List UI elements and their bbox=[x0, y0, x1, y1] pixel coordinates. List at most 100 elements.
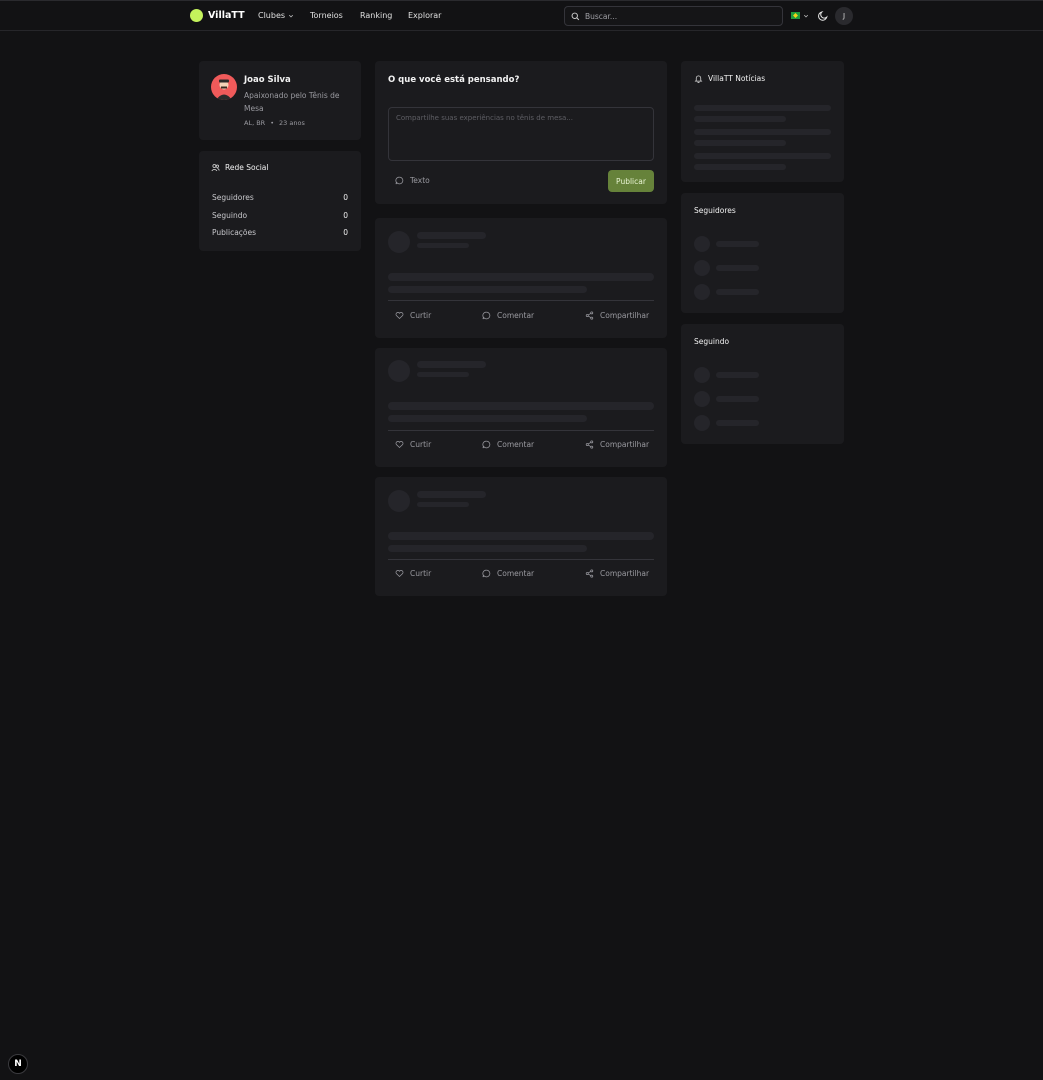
language-selector[interactable] bbox=[791, 12, 809, 19]
skeleton-line bbox=[716, 241, 759, 247]
skeleton-avatar bbox=[694, 260, 710, 276]
skeleton-line bbox=[417, 232, 486, 239]
social-title: Rede Social bbox=[225, 163, 269, 172]
user-avatar[interactable]: J bbox=[835, 7, 853, 25]
share-button[interactable]: Compartilhar bbox=[585, 569, 649, 578]
nav-ranking[interactable]: Ranking bbox=[360, 11, 392, 20]
message-circle-icon bbox=[482, 440, 491, 449]
skeleton-line bbox=[388, 415, 587, 422]
stat-row-seguidores[interactable]: Seguidores 0 bbox=[212, 193, 348, 202]
share-button[interactable]: Compartilhar bbox=[585, 311, 649, 320]
message-circle-icon bbox=[482, 569, 491, 578]
social-header: Rede Social bbox=[211, 163, 268, 172]
heart-icon bbox=[395, 570, 404, 578]
brazil-flag-icon bbox=[791, 12, 800, 19]
skeleton-line bbox=[716, 420, 759, 426]
like-button[interactable]: Curtir bbox=[395, 569, 431, 578]
skeleton-avatar bbox=[694, 391, 710, 407]
skeleton-line bbox=[716, 372, 759, 378]
skeleton-line bbox=[388, 402, 654, 410]
skeleton-line bbox=[694, 116, 786, 122]
profile-avatar[interactable] bbox=[211, 74, 237, 100]
profile-meta: AL, BR • 23 anos bbox=[244, 119, 305, 127]
skeleton-line bbox=[417, 491, 486, 498]
skeleton-line bbox=[716, 289, 759, 295]
chevron-down-icon bbox=[803, 14, 809, 17]
skeleton-line bbox=[417, 372, 469, 377]
profile-location: AL, BR bbox=[244, 119, 266, 127]
logo-mark-icon bbox=[190, 9, 203, 22]
post-type-text[interactable]: Texto bbox=[395, 176, 430, 185]
theme-toggle[interactable] bbox=[817, 9, 830, 22]
skeleton-avatar bbox=[694, 236, 710, 252]
social-network-card: Rede Social Seguidores 0 Seguindo 0 Publ… bbox=[199, 151, 361, 251]
skeleton-line bbox=[388, 545, 587, 552]
profile-card: Joao Silva Apaixonado pelo Tênis de Mesa… bbox=[199, 61, 361, 140]
share-icon bbox=[585, 440, 594, 449]
comment-button[interactable]: Comentar bbox=[482, 311, 534, 320]
profile-name: Joao Silva bbox=[244, 75, 291, 85]
followers-card: Seguidores bbox=[681, 193, 844, 313]
dev-tools-button[interactable]: N bbox=[8, 1054, 28, 1074]
news-header: VillaTT Notícias bbox=[694, 74, 765, 83]
share-button[interactable]: Compartilhar bbox=[585, 440, 649, 449]
post-divider bbox=[388, 430, 654, 431]
share-icon bbox=[585, 311, 594, 320]
post-textarea[interactable] bbox=[388, 107, 654, 161]
like-button[interactable]: Curtir bbox=[395, 440, 431, 449]
nav-clubes[interactable]: Clubes bbox=[258, 11, 294, 20]
composer-title: O que você está pensando? bbox=[388, 75, 520, 85]
comment-button[interactable]: Comentar bbox=[482, 440, 534, 449]
chevron-down-icon bbox=[288, 14, 294, 17]
share-icon bbox=[585, 569, 594, 578]
followers-title: Seguidores bbox=[694, 206, 736, 215]
message-circle-icon bbox=[395, 176, 404, 185]
profile-meta-separator: • bbox=[270, 119, 275, 127]
skeleton-avatar bbox=[388, 231, 410, 253]
skeleton-line bbox=[694, 140, 786, 146]
skeleton-line bbox=[417, 243, 469, 248]
comment-button[interactable]: Comentar bbox=[482, 569, 534, 578]
moon-icon bbox=[818, 11, 828, 21]
like-button[interactable]: Curtir bbox=[395, 311, 431, 320]
skeleton-avatar bbox=[694, 284, 710, 300]
skeleton-line bbox=[388, 286, 587, 293]
logo[interactable]: VillaTT bbox=[190, 9, 245, 22]
skeleton-line bbox=[417, 502, 469, 507]
skeleton-line bbox=[716, 396, 759, 402]
post-card-skeleton: Curtir Comentar Compartilhar bbox=[375, 348, 667, 467]
news-title: VillaTT Notícias bbox=[708, 74, 766, 83]
users-icon bbox=[211, 164, 220, 172]
heart-icon bbox=[395, 312, 404, 320]
skeleton-line bbox=[388, 532, 654, 540]
skeleton-line bbox=[716, 265, 759, 271]
news-card: VillaTT Notícias bbox=[681, 61, 844, 182]
publish-button[interactable]: Publicar bbox=[608, 170, 654, 192]
person-avatar-icon bbox=[216, 79, 232, 100]
nav-explorar[interactable]: Explorar bbox=[408, 11, 441, 20]
top-navbar: VillaTT Clubes Torneios Ranking Explorar… bbox=[0, 0, 1043, 31]
message-circle-icon bbox=[482, 311, 491, 320]
following-card: Seguindo bbox=[681, 324, 844, 444]
skeleton-avatar bbox=[388, 360, 410, 382]
post-card-skeleton: Curtir Comentar Compartilhar bbox=[375, 218, 667, 338]
logo-text: VillaTT bbox=[208, 10, 245, 21]
post-divider bbox=[388, 559, 654, 560]
skeleton-line bbox=[694, 105, 831, 111]
heart-icon bbox=[395, 441, 404, 449]
post-divider bbox=[388, 300, 654, 301]
profile-age: 23 anos bbox=[279, 119, 305, 127]
stat-row-seguindo[interactable]: Seguindo 0 bbox=[212, 211, 348, 220]
search-input[interactable] bbox=[585, 11, 765, 21]
bell-icon bbox=[694, 75, 703, 83]
search-box bbox=[564, 6, 783, 26]
skeleton-line bbox=[417, 361, 486, 368]
stat-row-publicacoes[interactable]: Publicações 0 bbox=[212, 228, 348, 237]
skeleton-line bbox=[388, 273, 654, 281]
nav-torneios[interactable]: Torneios bbox=[310, 11, 343, 20]
search-icon bbox=[571, 12, 580, 20]
skeleton-avatar bbox=[694, 367, 710, 383]
post-card-skeleton: Curtir Comentar Compartilhar bbox=[375, 477, 667, 596]
profile-bio: Apaixonado pelo Tênis de Mesa bbox=[244, 91, 340, 113]
following-title: Seguindo bbox=[694, 337, 730, 346]
